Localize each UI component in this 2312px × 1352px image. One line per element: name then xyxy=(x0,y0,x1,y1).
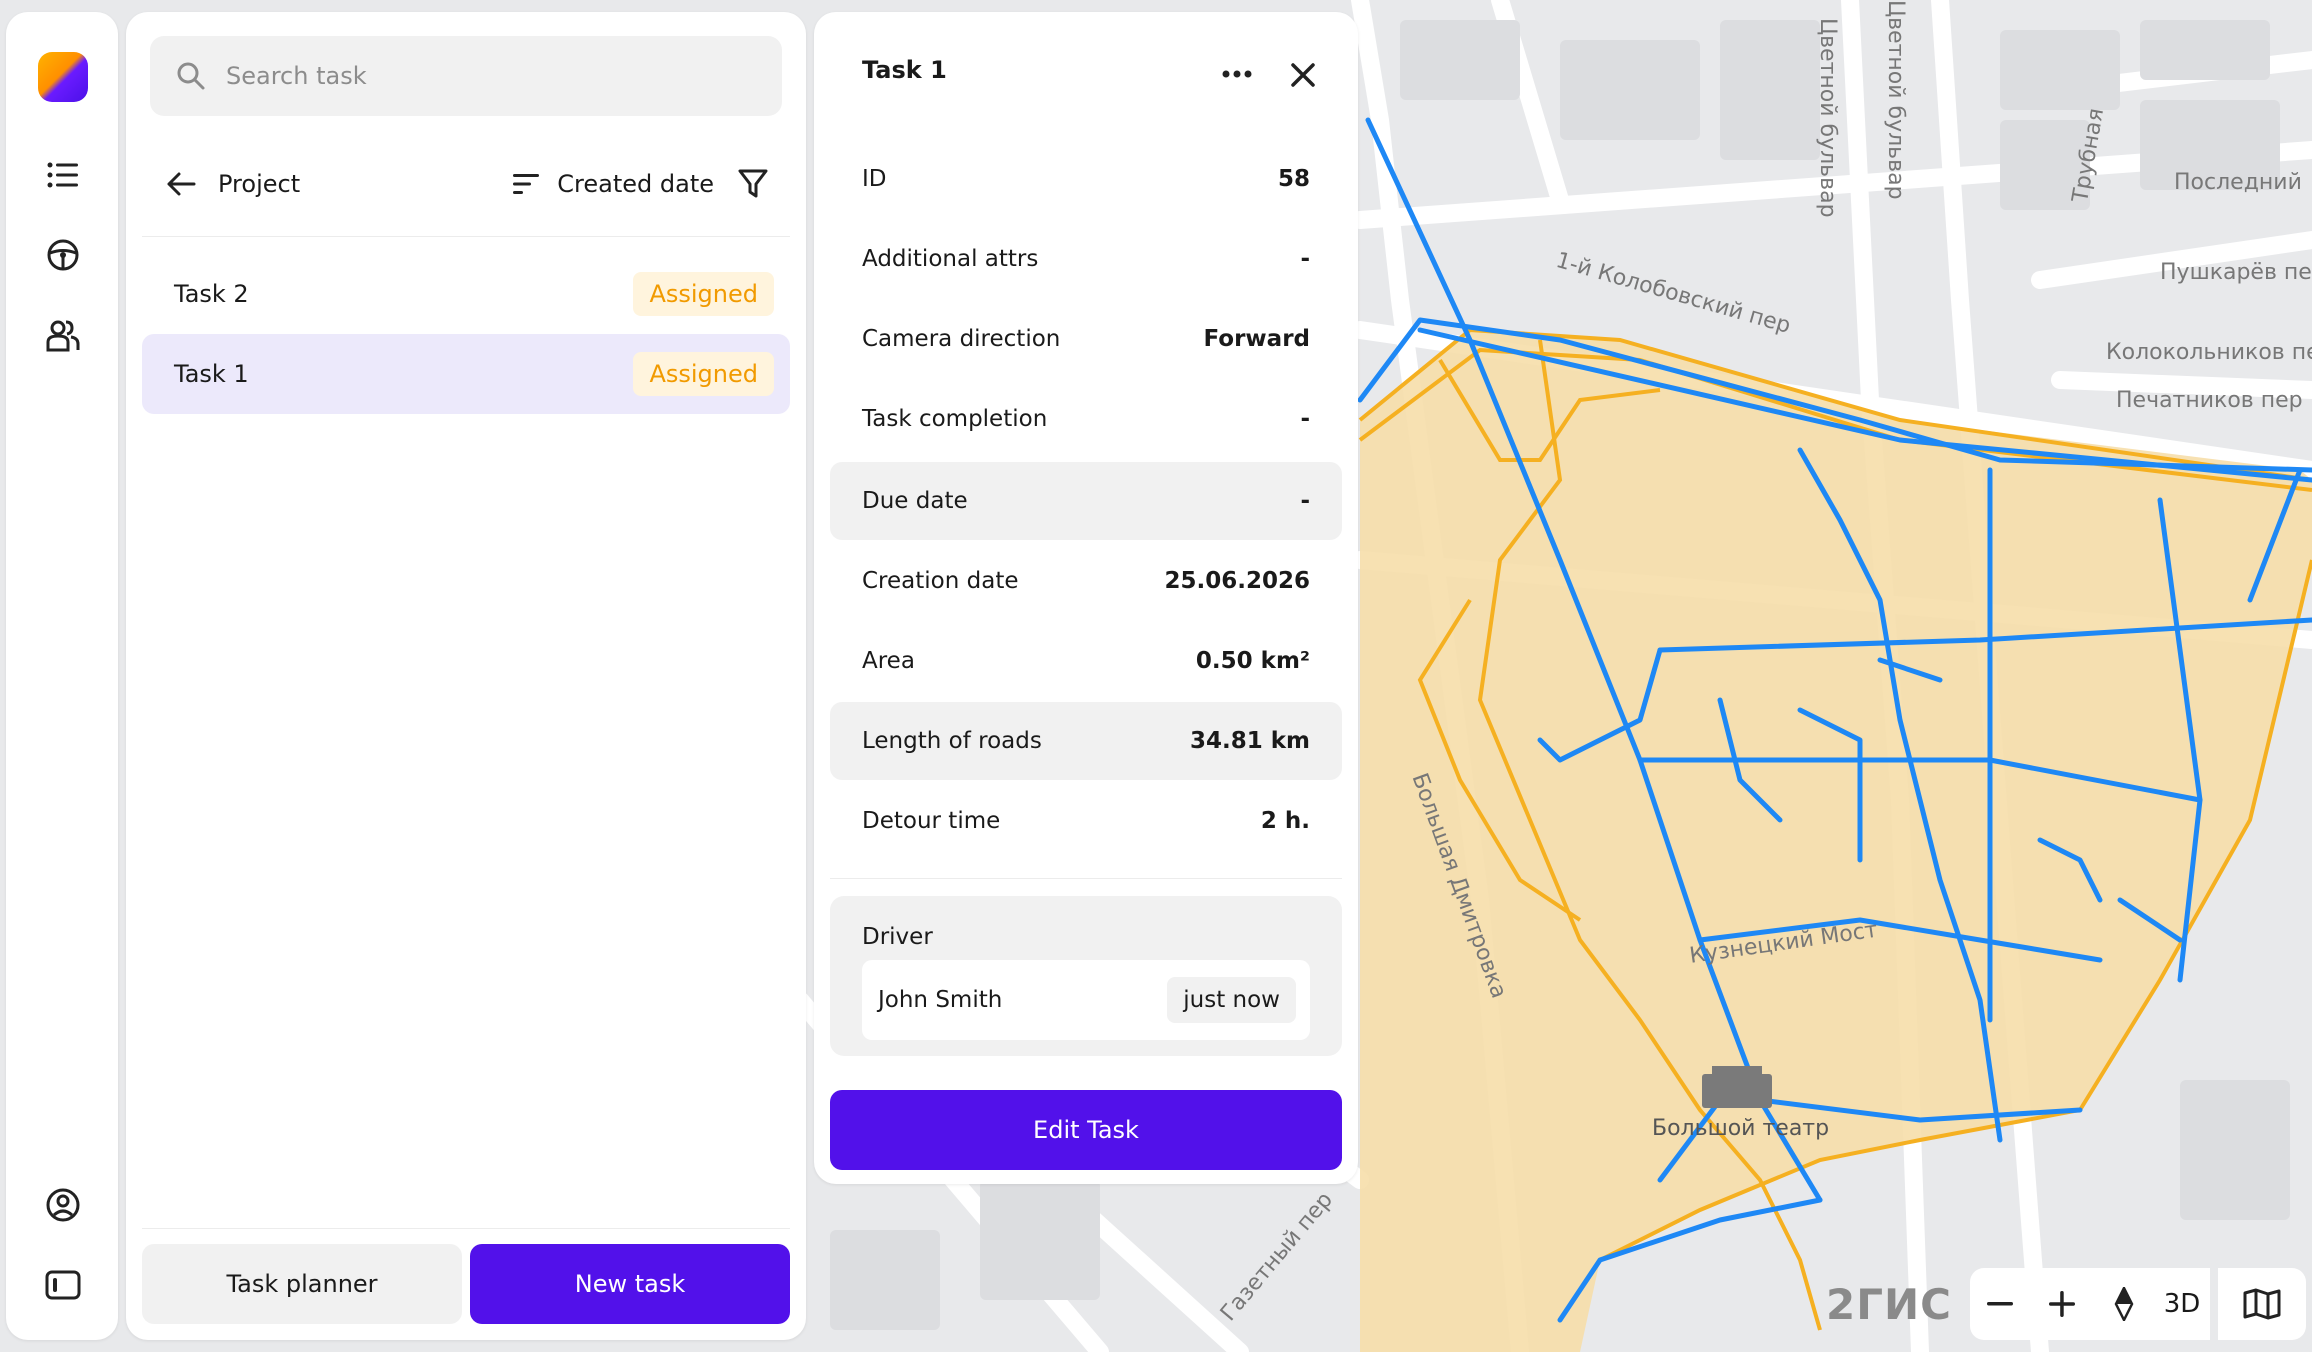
task-row[interactable]: Task 2 Assigned xyxy=(142,254,790,334)
divider xyxy=(830,878,1342,879)
status-badge: Assigned xyxy=(633,272,774,316)
row-label: Due date xyxy=(862,488,968,514)
detail-row-detour-time: Detour time 2 h. xyxy=(830,782,1342,860)
detail-row-length-of-roads: Length of roads 34.81 km xyxy=(830,702,1342,780)
row-label: Camera direction xyxy=(862,326,1061,352)
row-value: 25.06.2026 xyxy=(1164,568,1310,594)
driver-name: John Smith xyxy=(878,987,1003,1013)
row-label: Additional attrs xyxy=(862,246,1039,272)
street-label: Пушкарёв пер xyxy=(2160,260,2312,285)
app-logo-icon xyxy=(38,52,88,102)
search-placeholder: Search task xyxy=(226,62,367,90)
row-label: ID xyxy=(862,166,887,192)
row-label: Detour time xyxy=(862,808,1001,834)
3d-toggle[interactable]: 3D xyxy=(2154,1289,2210,1319)
driver-section: Driver John Smith just now xyxy=(830,896,1342,1056)
driver-label: Driver xyxy=(862,924,933,950)
row-label: Area xyxy=(862,648,915,674)
project-label[interactable]: Project xyxy=(218,170,300,198)
search-icon xyxy=(177,62,205,90)
detail-row-additional-attrs: Additional attrs - xyxy=(830,220,1342,298)
divider xyxy=(142,1228,790,1229)
task-row[interactable]: Task 1 Assigned xyxy=(142,334,790,414)
driver-card[interactable]: John Smith just now xyxy=(862,960,1310,1040)
more-icon[interactable] xyxy=(1222,64,1252,83)
detail-row-creation-date: Creation date 25.06.2026 xyxy=(830,542,1342,620)
sort-label: Created date xyxy=(557,170,714,198)
street-label: Колокольников пе xyxy=(2106,340,2312,365)
compass-icon[interactable] xyxy=(2094,1287,2154,1321)
profile-icon[interactable] xyxy=(40,1182,86,1228)
street-label: Печатников пер xyxy=(2116,388,2303,413)
list-toolbar: Project Created date xyxy=(150,142,782,226)
row-value: 2 h. xyxy=(1260,808,1310,834)
divider xyxy=(142,236,790,237)
sort-button[interactable]: Created date xyxy=(513,168,782,200)
driver-time-badge: just now xyxy=(1167,977,1296,1023)
map-layers-button[interactable] xyxy=(2218,1268,2306,1340)
edit-task-button[interactable]: Edit Task xyxy=(830,1090,1342,1170)
filter-icon[interactable] xyxy=(738,168,768,200)
sort-icon xyxy=(513,174,540,194)
row-label: Length of roads xyxy=(862,728,1042,754)
task-name: Task 2 xyxy=(174,280,249,308)
detail-row-area: Area 0.50 km² xyxy=(830,622,1342,700)
detail-row-task-completion: Task completion - xyxy=(830,380,1342,458)
row-value: - xyxy=(1300,246,1310,272)
street-label: Цветной бульвар xyxy=(1883,0,1908,200)
map-brand-logo: 2ГИС xyxy=(1826,1280,1952,1329)
row-value: Forward xyxy=(1203,326,1311,352)
back-arrow-icon[interactable] xyxy=(166,171,196,197)
row-value: - xyxy=(1300,406,1310,432)
row-value: - xyxy=(1300,488,1310,514)
zoom-in-icon[interactable] xyxy=(2030,1291,2094,1317)
detail-row-id: ID 58 xyxy=(830,140,1342,218)
row-value: 34.81 km xyxy=(1189,728,1310,754)
map-layers-icon xyxy=(2243,1288,2281,1320)
street-label: Цветной бульвар xyxy=(1815,18,1840,218)
list-icon[interactable] xyxy=(40,152,86,198)
row-value: 58 xyxy=(1277,166,1310,192)
users-icon[interactable] xyxy=(40,312,86,358)
row-label: Task completion xyxy=(862,406,1048,432)
detail-row-camera-direction: Camera direction Forward xyxy=(830,300,1342,378)
poi-label: Большой театр xyxy=(1652,1116,1830,1141)
close-icon[interactable] xyxy=(1290,62,1316,92)
task-planner-button[interactable]: Task planner xyxy=(142,1244,462,1324)
row-label: Creation date xyxy=(862,568,1019,594)
search-input[interactable]: Search task xyxy=(150,36,782,116)
map-controls: 3D xyxy=(1970,1268,2210,1340)
steering-wheel-icon[interactable] xyxy=(40,232,86,278)
detail-row-due-date: Due date - xyxy=(830,462,1342,540)
detail-title: Task 1 xyxy=(862,56,947,84)
nav-rail xyxy=(6,12,118,1340)
new-task-button[interactable]: New task xyxy=(470,1244,790,1324)
zoom-out-icon[interactable] xyxy=(1970,1302,2030,1306)
status-badge: Assigned xyxy=(633,352,774,396)
task-name: Task 1 xyxy=(174,360,249,388)
sidebar-toggle-icon[interactable] xyxy=(40,1262,86,1308)
task-detail-panel: Task 1 ID 58 Additional attrs - Camera dir… xyxy=(814,12,1358,1184)
task-list-panel: Search task Project Created date Task 2 … xyxy=(126,12,806,1340)
row-value: 0.50 km² xyxy=(1195,648,1310,674)
street-label: Последний xyxy=(2174,170,2302,195)
